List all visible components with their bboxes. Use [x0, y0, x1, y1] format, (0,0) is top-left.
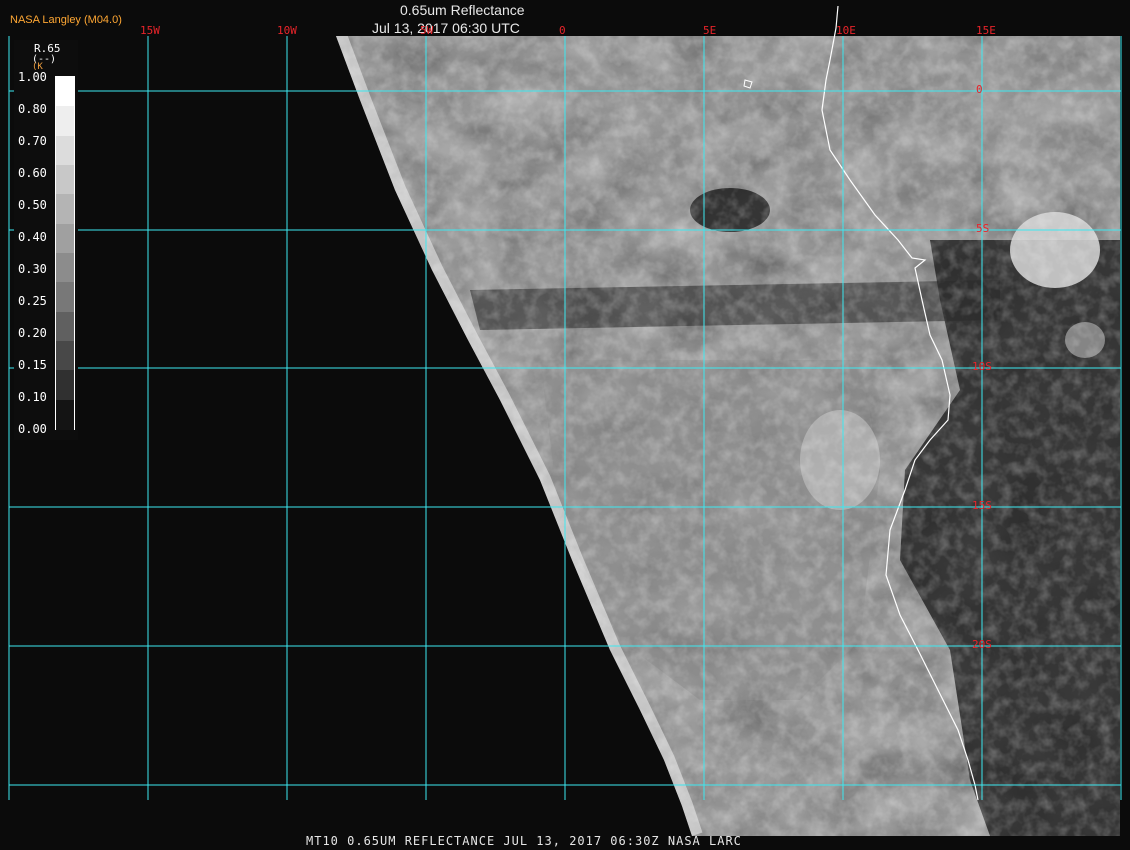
legend-color-segment — [56, 370, 74, 401]
legend-tick: 0.20 — [18, 326, 47, 340]
legend-tick: 0.40 — [18, 230, 47, 244]
lon-label-10e: 10E — [836, 24, 856, 37]
lat-label-20s: 20S — [972, 638, 992, 651]
legend-color-segment — [56, 135, 74, 166]
lon-label-5w: 5W — [420, 24, 434, 37]
legend-color-segment — [56, 253, 74, 283]
image-timestamp: Jul 13, 2017 06:30 UTC — [372, 20, 520, 36]
legend-tick: 1.00 — [18, 70, 47, 84]
legend-color-segment — [56, 399, 74, 430]
footer-caption: MT10 0.65UM REFLECTANCE JUL 13, 2017 06:… — [306, 834, 742, 848]
lon-label-5e: 5E — [703, 24, 717, 37]
legend-color-segment — [56, 77, 74, 107]
legend-color-segment — [56, 311, 74, 342]
legend-color-bar — [55, 76, 75, 430]
lon-label-15w: 15W — [140, 24, 160, 37]
legend-tick: 0.10 — [18, 390, 47, 404]
lat-label-0: 0 — [976, 83, 983, 96]
lat-label-15s: 15S — [972, 499, 992, 512]
image-title: 0.65um Reflectance — [400, 2, 525, 18]
legend-color-segment — [56, 165, 74, 195]
legend-tick: 0.15 — [18, 358, 47, 372]
legend-color-segment — [56, 194, 74, 225]
lon-label-0: 0 — [559, 24, 566, 37]
legend-tick: 0.70 — [18, 134, 47, 148]
satellite-reflectance-image — [0, 0, 1130, 850]
lon-label-15e: 15E — [976, 24, 996, 37]
legend-tick: 0.00 — [18, 422, 47, 436]
legend-tick: 0.30 — [18, 262, 47, 276]
lat-label-10s: 10S — [972, 360, 992, 373]
legend-tick: 0.80 — [18, 102, 47, 116]
legend-color-segment — [56, 106, 74, 137]
legend-tick: 0.50 — [18, 198, 47, 212]
legend-tick: 0.25 — [18, 294, 47, 308]
legend-color-segment — [56, 223, 74, 254]
reflectance-color-legend: R.65 (--) (K 1.00 0.80 0.70 0.60 0.50 0.… — [14, 40, 78, 440]
legend-color-segment — [56, 282, 74, 313]
legend-color-segment — [56, 341, 74, 371]
lon-label-10w: 10W — [277, 24, 297, 37]
lat-label-5s: 5S — [976, 222, 990, 235]
producer-label: NASA Langley (M04.0) — [10, 14, 122, 26]
legend-tick: 0.60 — [18, 166, 47, 180]
